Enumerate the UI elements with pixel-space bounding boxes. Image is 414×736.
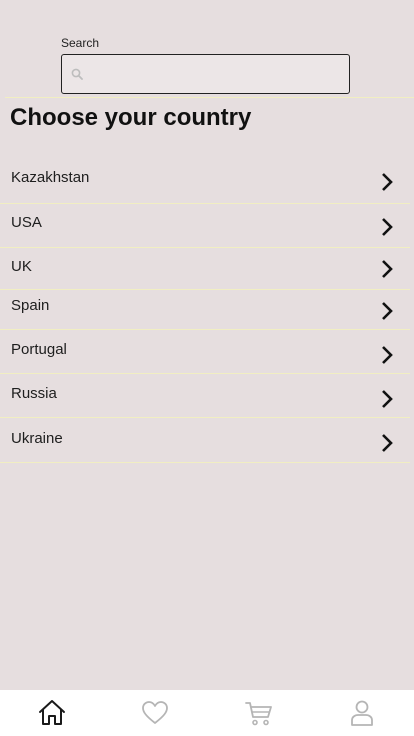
country-label: Russia (11, 385, 57, 402)
chevron-right-icon (382, 434, 393, 452)
tab-favorites[interactable] (135, 693, 175, 733)
tab-profile[interactable] (342, 693, 382, 733)
chevron-right-icon (382, 260, 393, 278)
bottom-tab-bar (0, 690, 414, 736)
country-item-ukraine[interactable]: Ukraine (0, 418, 410, 463)
home-icon (38, 700, 65, 725)
country-label: Portugal (11, 341, 67, 358)
cart-icon (244, 702, 272, 726)
country-label: USA (11, 214, 42, 231)
divider (5, 97, 414, 98)
search-input[interactable] (83, 55, 349, 93)
country-label: Kazakhstan (11, 169, 90, 186)
country-item-uk[interactable]: UK (0, 248, 410, 290)
country-list: Kazakhstan USA UK Spain Portugal Russia … (0, 158, 414, 463)
chevron-right-icon (382, 346, 393, 364)
country-label: Spain (11, 297, 50, 314)
tab-cart[interactable] (239, 693, 279, 733)
country-item-usa[interactable]: USA (0, 204, 410, 248)
country-item-kazakhstan[interactable]: Kazakhstan (0, 158, 410, 204)
page-title: Choose your country (10, 104, 252, 131)
search-label: Search (61, 36, 100, 50)
country-label: UK (11, 258, 32, 275)
heart-icon (142, 701, 169, 724)
chevron-right-icon (382, 302, 393, 320)
country-picker-screen: Search Choose your country Kazakhstan US… (0, 0, 414, 736)
chevron-right-icon (382, 173, 393, 191)
search-field[interactable] (61, 54, 350, 94)
search-icon (71, 68, 83, 80)
country-label: Ukraine (11, 430, 63, 447)
chevron-right-icon (382, 390, 393, 408)
tab-home[interactable] (32, 693, 72, 733)
country-item-russia[interactable]: Russia (0, 374, 410, 418)
chevron-right-icon (382, 218, 393, 236)
country-item-spain[interactable]: Spain (0, 290, 410, 330)
user-icon (351, 700, 374, 726)
country-item-portugal[interactable]: Portugal (0, 330, 410, 374)
